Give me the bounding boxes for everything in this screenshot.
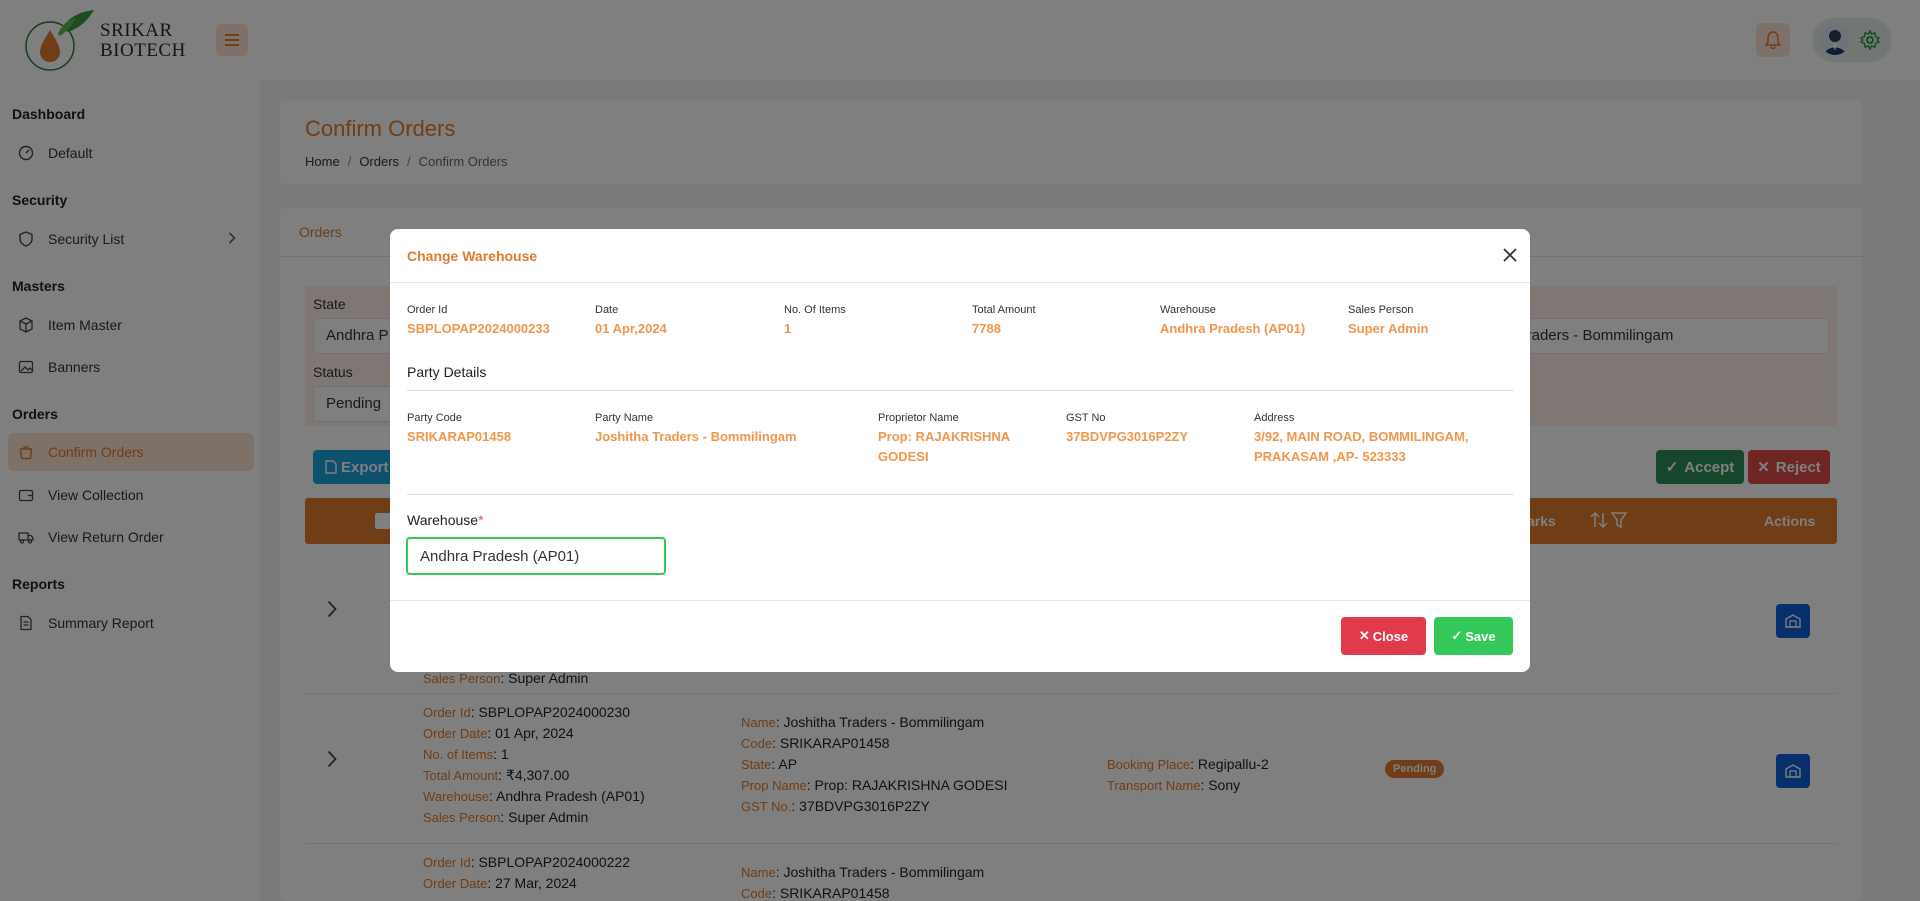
divider xyxy=(407,494,1514,495)
party-name-label: Party Name xyxy=(595,412,654,424)
gst-value: 37BDVPG3016P2ZY xyxy=(1066,429,1189,444)
change-warehouse-modal: Change Warehouse Order Id SBPLOPAP202400… xyxy=(390,229,1530,672)
address-label: Address xyxy=(1254,412,1295,424)
close-button[interactable]: ✕ Close xyxy=(1341,617,1426,655)
warehouse-field-label: Warehouse* xyxy=(407,512,484,528)
total-amount-value: 7788 xyxy=(972,321,1001,336)
total-amount-label: Total Amount xyxy=(972,304,1036,316)
party-code-label: Party Code xyxy=(407,412,463,424)
warehouse-value: Andhra Pradesh (AP01) xyxy=(1160,321,1306,336)
close-icon: ✕ xyxy=(1358,628,1370,643)
items-label: No. Of Items xyxy=(784,304,846,316)
items-value: 1 xyxy=(784,321,792,336)
date-label: Date xyxy=(595,304,619,316)
save-label: Save xyxy=(1465,628,1496,644)
close-icon[interactable] xyxy=(1500,245,1520,265)
order-id-label: Order Id xyxy=(407,304,448,316)
party-code-value: SRIKARAP01458 xyxy=(407,429,512,444)
required-mark: * xyxy=(478,512,484,528)
save-button[interactable]: ✓ Save xyxy=(1434,617,1513,655)
divider xyxy=(407,390,1514,391)
close-label: Close xyxy=(1372,628,1409,644)
modal-footer-divider xyxy=(390,600,1530,601)
modal-title: Change Warehouse xyxy=(407,248,538,264)
order-id-value: SBPLOPAP2024000233 xyxy=(407,321,550,336)
check-icon: ✓ xyxy=(1451,628,1463,643)
proprietor-label: Proprietor Name xyxy=(878,412,959,424)
sales-person-value: Super Admin xyxy=(1348,321,1429,336)
modal-header: Change Warehouse xyxy=(390,229,1530,283)
address-value: 3/92, MAIN ROAD, BOMMILINGAM, PRAKASAM ,… xyxy=(1254,429,1469,464)
warehouse-label: Warehouse xyxy=(1160,304,1216,316)
party-details-heading: Party Details xyxy=(407,364,487,380)
date-value: 01 Apr,2024 xyxy=(595,321,667,336)
warehouse-select[interactable]: Andhra Pradesh (AP01) xyxy=(406,537,666,575)
proprietor-value: Prop: RAJAKRISHNA GODESI xyxy=(878,429,1010,464)
warehouse-field-text: Warehouse xyxy=(407,512,479,528)
sales-person-label: Sales Person xyxy=(1348,304,1414,316)
gst-label: GST No xyxy=(1066,412,1106,424)
party-name-value: Joshitha Traders - Bommilingam xyxy=(595,429,797,444)
